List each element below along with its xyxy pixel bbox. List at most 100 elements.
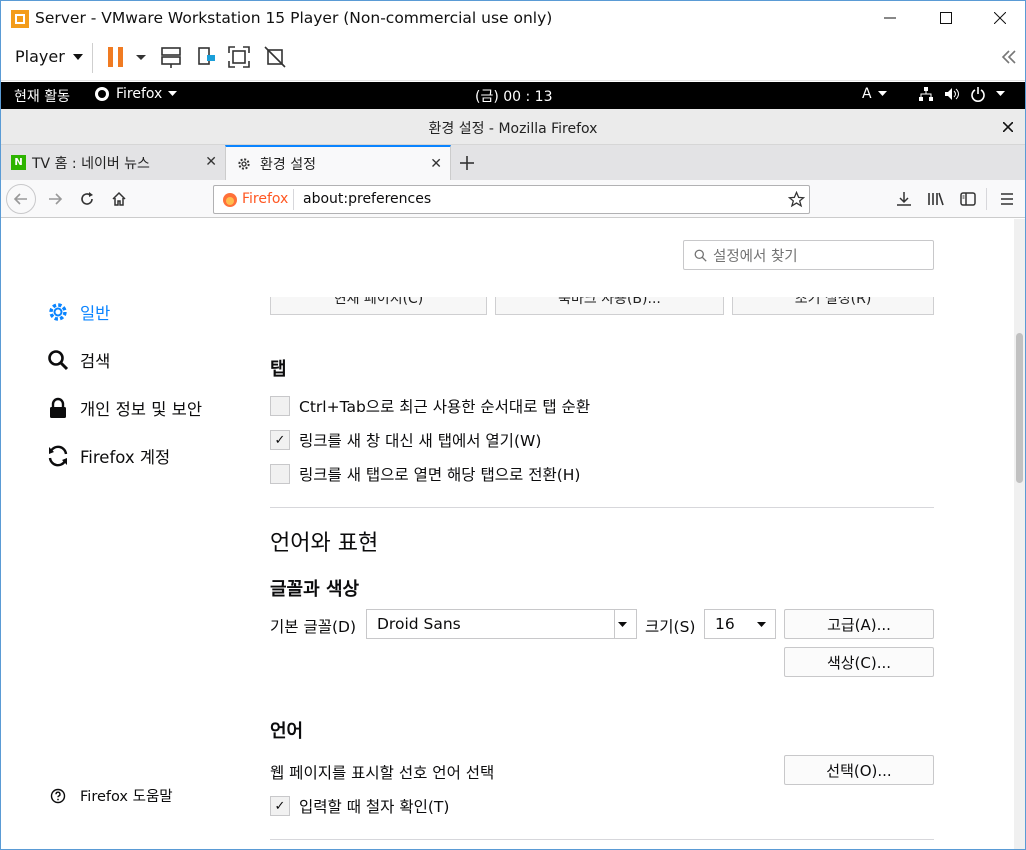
chevron-down-icon xyxy=(618,622,627,627)
collapse-toolbar-icon[interactable] xyxy=(995,45,1019,69)
checkbox-label: 링크를 새 창 대신 새 탭에서 열기(W) xyxy=(299,432,542,450)
restore-default-button[interactable]: 초기 설정(R) xyxy=(732,297,934,315)
category-search[interactable]: 검색 xyxy=(46,348,110,372)
power-icon xyxy=(971,87,985,102)
spellcheck-checkbox[interactable]: ✓ 입력할 때 철자 확인(T) xyxy=(270,795,449,817)
back-button[interactable] xyxy=(6,184,36,214)
tab-naver-news[interactable]: N TV 홈 : 네이버 뉴스 ✕ xyxy=(1,145,225,180)
checkbox-box[interactable]: ✓ xyxy=(270,796,290,816)
sync-icon xyxy=(48,445,68,467)
colors-button[interactable]: 색상(C)... xyxy=(784,647,934,677)
search-placeholder: 설정에서 찾기 xyxy=(713,248,798,265)
language-appearance-heading: 언어와 표현 xyxy=(270,531,379,556)
menu-button[interactable] xyxy=(996,188,1018,210)
preferences-search-input[interactable]: 설정에서 찾기 xyxy=(683,240,934,270)
section-divider xyxy=(270,839,934,840)
button-label: 현재 페이지(C) xyxy=(333,297,424,307)
firefox-help-link[interactable]: Firefox 도움말 xyxy=(50,785,173,806)
vmware-icon xyxy=(11,10,29,28)
category-general[interactable]: 일반 xyxy=(46,300,110,324)
section-divider xyxy=(270,507,934,508)
close-icon xyxy=(994,12,1006,24)
help-icon xyxy=(50,788,66,803)
vmware-toolbar: Player xyxy=(1,35,1025,81)
tab-preferences[interactable]: 환경 설정 ✕ xyxy=(225,145,451,180)
font-size-select[interactable]: 16 xyxy=(704,609,776,639)
download-icon xyxy=(897,192,911,206)
tabs-heading: 탭 xyxy=(270,359,287,380)
button-label: 북마크 사용(B)... xyxy=(558,297,661,307)
activities-button[interactable]: 현재 활동 xyxy=(14,86,70,106)
use-current-page-button[interactable]: 현재 페이지(C) xyxy=(270,297,487,315)
choose-language-button[interactable]: 선택(O)... xyxy=(784,755,934,785)
unity-icon[interactable] xyxy=(263,45,287,69)
chevron-down-icon xyxy=(996,91,1005,96)
close-tab-icon[interactable]: ✕ xyxy=(205,154,217,170)
input-method-label: A xyxy=(862,86,872,102)
advanced-fonts-button[interactable]: 고급(A)... xyxy=(784,609,934,639)
clock[interactable]: (금) 00 : 13 xyxy=(475,86,553,106)
network-icon xyxy=(919,87,933,101)
checkbox-box[interactable]: ✓ xyxy=(270,430,290,450)
url-text[interactable]: about:preferences xyxy=(303,191,431,207)
lock-icon xyxy=(50,397,66,418)
close-button[interactable] xyxy=(977,1,1023,35)
default-font-select[interactable]: Droid Sans xyxy=(366,609,637,639)
pause-icon[interactable] xyxy=(105,45,129,69)
open-links-in-tabs-checkbox[interactable]: ✓ 링크를 새 창 대신 새 탭에서 열기(W) xyxy=(270,429,541,451)
input-method-menu[interactable]: A xyxy=(862,86,887,102)
pause-dropdown-icon[interactable] xyxy=(135,45,147,69)
system-menu[interactable] xyxy=(918,86,1005,102)
chevron-down-icon xyxy=(168,91,178,96)
player-menu-button[interactable]: Player xyxy=(15,47,83,66)
category-privacy[interactable]: 개인 정보 및 보안 xyxy=(46,396,202,420)
close-tab-icon[interactable]: ✕ xyxy=(430,156,442,172)
search-icon xyxy=(694,249,707,262)
reload-button[interactable] xyxy=(76,188,98,210)
gear-icon xyxy=(238,157,250,170)
category-label: 검색 xyxy=(80,352,111,371)
hamburger-menu-icon xyxy=(1001,193,1013,205)
maximize-button[interactable] xyxy=(923,1,969,35)
gear-icon xyxy=(49,303,67,321)
language-heading: 언어 xyxy=(270,721,304,742)
vertical-scrollbar[interactable] xyxy=(1014,219,1025,849)
close-icon[interactable] xyxy=(1003,122,1013,132)
url-divider xyxy=(293,189,294,210)
minimize-button[interactable] xyxy=(867,1,913,35)
firefox-logo-icon xyxy=(223,193,237,207)
forward-button[interactable] xyxy=(44,188,66,210)
switch-to-new-tab-checkbox[interactable]: 링크를 새 탭으로 열면 해당 탭으로 전환(H) xyxy=(270,463,580,485)
player-menu-label: Player xyxy=(15,47,65,66)
checkbox-box[interactable] xyxy=(270,464,290,484)
category-firefox-account[interactable]: Firefox 계정 xyxy=(46,444,170,468)
tab-strip: N TV 홈 : 네이버 뉴스 ✕ 환경 설정 ✕ xyxy=(1,145,1025,180)
button-label: 색상(C)... xyxy=(826,653,892,672)
downloads-button[interactable] xyxy=(893,188,915,210)
search-icon xyxy=(48,350,69,371)
category-label: 개인 정보 및 보안 xyxy=(80,400,202,419)
maximize-icon xyxy=(940,12,952,24)
toolbar-divider xyxy=(986,188,987,210)
send-ctrl-alt-del-icon[interactable] xyxy=(159,45,183,69)
sidebar-button[interactable] xyxy=(957,188,979,210)
bookmark-star-icon[interactable] xyxy=(788,191,805,208)
scrollbar-thumb[interactable] xyxy=(1016,333,1023,483)
default-font-label: 기본 글꼴(D) xyxy=(270,618,356,636)
removable-devices-icon[interactable] xyxy=(195,45,219,69)
library-button[interactable] xyxy=(925,188,947,210)
category-label: 일반 xyxy=(80,304,111,323)
app-menu[interactable]: Firefox xyxy=(94,86,178,102)
new-tab-icon[interactable] xyxy=(459,155,475,171)
volume-icon xyxy=(945,88,959,100)
use-bookmark-button[interactable]: 북마크 사용(B)... xyxy=(495,297,724,315)
checkbox-box[interactable] xyxy=(270,396,290,416)
naver-icon: N xyxy=(11,155,26,170)
ctrl-tab-checkbox[interactable]: Ctrl+Tab으로 최근 사용한 순서대로 탭 순환 xyxy=(270,395,590,417)
home-button[interactable] xyxy=(108,188,130,210)
url-bar[interactable]: Firefox about:preferences xyxy=(213,185,810,214)
full-screen-icon[interactable] xyxy=(227,45,251,69)
font-size-label: 크기(S) xyxy=(645,618,696,636)
category-label: Firefox 계정 xyxy=(80,448,171,467)
navigation-toolbar: Firefox about:preferences xyxy=(1,180,1025,218)
